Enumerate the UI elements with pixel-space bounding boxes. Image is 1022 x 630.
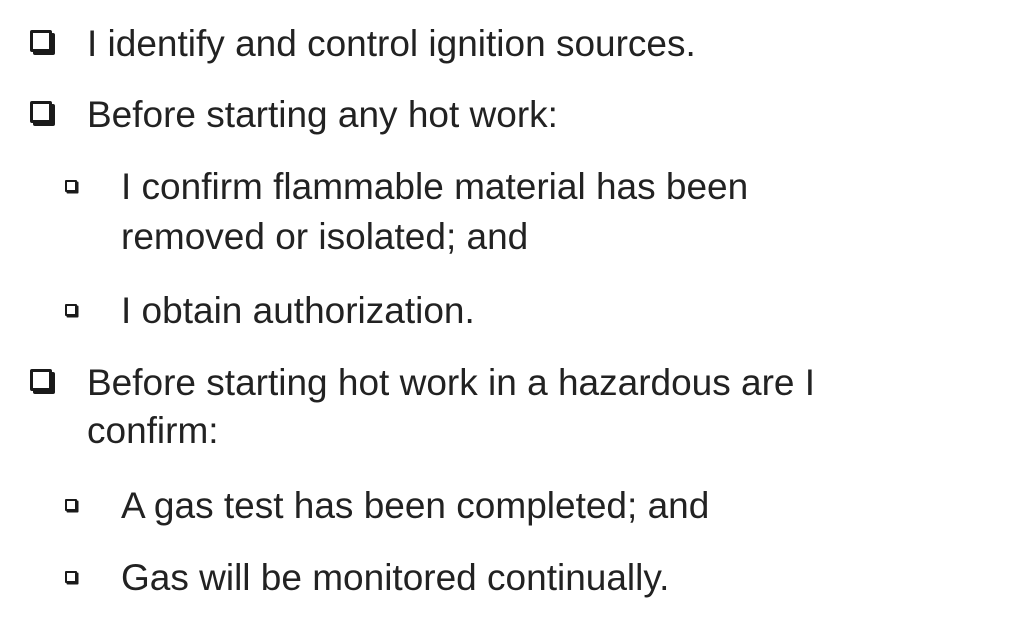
- bullet-item-3: Before starting hot work in a hazardous …: [30, 359, 815, 455]
- checkbox-square-icon: [65, 180, 77, 192]
- checkbox-square-icon: [30, 101, 52, 123]
- sub-bullet-item-2: I obtain authorization.: [65, 286, 475, 336]
- checkbox-square-icon: [30, 369, 52, 391]
- bullet-text: I confirm flammable material has been re…: [121, 166, 749, 257]
- sub-bullet-item-1: I confirm flammable material has been re…: [65, 162, 748, 262]
- bullet-text: Gas will be monitored continually.: [121, 557, 670, 598]
- bullet-text: Before starting hot work in a hazardous …: [87, 362, 816, 451]
- sub-bullet-item-3: A gas test has been completed; and: [65, 481, 709, 531]
- bullet-item-2: Before starting any hot work:: [30, 91, 558, 139]
- checkbox-square-icon: [30, 30, 52, 52]
- checkbox-square-icon: [65, 571, 77, 583]
- bullet-item-1: I identify and control ignition sources.: [30, 20, 696, 68]
- bullet-text: I identify and control ignition sources.: [87, 23, 696, 64]
- sub-bullet-item-4: Gas will be monitored continually.: [65, 553, 669, 603]
- slide: I identify and control ignition sources.…: [0, 0, 1022, 630]
- bullet-text: A gas test has been completed; and: [121, 485, 710, 526]
- bullet-text: Before starting any hot work:: [87, 94, 558, 135]
- checkbox-square-icon: [65, 499, 77, 511]
- bullet-text: I obtain authorization.: [121, 290, 475, 331]
- checkbox-square-icon: [65, 304, 77, 316]
